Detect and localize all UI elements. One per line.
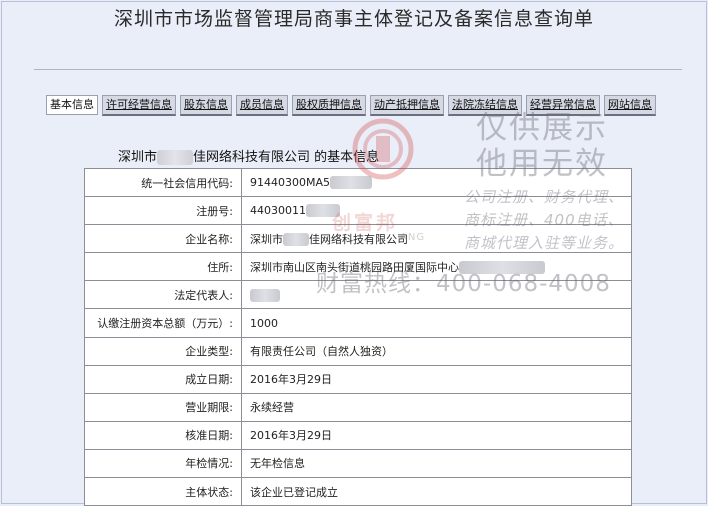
legal-rep-label: 法定代表人: <box>84 280 242 310</box>
tab-website-info[interactable]: 网站信息 <box>604 95 656 116</box>
tab-member-info[interactable]: 成员信息 <box>236 95 288 116</box>
annual-inspection-label: 年检情况: <box>84 448 242 479</box>
table-row: 企业类型: 有限责任公司（自然人独资） <box>84 336 632 366</box>
company-heading: 深圳市 佳网络科技有限公司 的基本信息 <box>118 146 379 165</box>
established-date-label: 成立日期: <box>84 364 242 394</box>
entity-status-label: 主体状态: <box>84 477 242 506</box>
watermark-brand-en: ANG <box>400 232 426 243</box>
entity-status-value: 该企业已登记成立 <box>241 477 632 506</box>
capital-label: 认缴注册资本总额（万元）: <box>84 308 242 338</box>
title-divider <box>34 69 682 70</box>
table-row: 核准日期: 2016年3月29日 <box>84 420 632 450</box>
established-date-value: 2016年3月29日 <box>241 364 632 394</box>
watermark-brand: 创富邦 <box>332 212 399 234</box>
table-row: 主体状态: 该企业已登记成立 <box>84 477 632 506</box>
company-heading-prefix: 深圳市 <box>118 150 158 165</box>
tab-chattel-mortgage-info[interactable]: 动产抵押信息 <box>370 95 444 116</box>
annual-inspection-value: 无年检信息 <box>241 448 632 479</box>
redaction-mask <box>250 288 280 302</box>
watermark-line1: 仅供展示 <box>476 110 608 146</box>
company-heading-suffix: 佳网络科技有限公司 <box>193 150 311 165</box>
watermark-services: 公司注册、财务代理、 商标注册、400电话、 商城代理入驻等业务。 <box>464 186 624 255</box>
approval-date-label: 核准日期: <box>84 420 242 450</box>
reg-no-text: 44030011 <box>250 203 306 217</box>
watermark-service-line: 商城代理入驻等业务。 <box>464 234 625 252</box>
page-title: 深圳市市场监督管理局商事主体登记及备案信息查询单 <box>113 8 594 30</box>
table-row: 年检情况: 无年检信息 <box>84 448 632 479</box>
redaction-mask <box>283 233 309 247</box>
credit-code-text: 91440300MA5 <box>250 175 331 189</box>
tab-equity-pledge-info[interactable]: 股权质押信息 <box>292 95 366 116</box>
credit-code-label: 统一社会信用代码: <box>84 167 242 198</box>
table-row: 认缴注册资本总额（万元）: 1000 <box>84 308 632 338</box>
tab-shareholder-info[interactable]: 股东信息 <box>180 95 232 116</box>
watermark-service-line: 商标注册、400电话、 <box>464 211 624 229</box>
approval-date-value: 2016年3月29日 <box>241 420 632 450</box>
address-label: 住所: <box>84 252 242 282</box>
company-type-label: 企业类型: <box>84 336 242 366</box>
capital-value: 1000 <box>241 308 632 338</box>
watermark-notice: 仅供展示 他用无效 <box>476 110 608 182</box>
reg-no-label: 注册号: <box>84 196 242 226</box>
watermark-line2: 他用无效 <box>476 146 608 182</box>
company-type-value: 有限责任公司（自然人独资） <box>241 336 632 366</box>
tab-basic-info[interactable]: 基本信息 <box>46 95 98 115</box>
watermark-logo-icon <box>352 118 414 180</box>
company-name-prefix: 深圳市 <box>250 232 283 246</box>
table-row: 成立日期: 2016年3月29日 <box>84 364 632 394</box>
redaction-mask <box>157 150 194 165</box>
business-term-value: 永续经营 <box>241 392 632 422</box>
company-name-label: 企业名称: <box>84 224 242 254</box>
watermark-service-line: 公司注册、财务代理、 <box>464 188 625 206</box>
table-row: 营业期限: 永续经营 <box>84 392 632 422</box>
business-term-label: 营业期限: <box>84 392 242 422</box>
tab-license-info[interactable]: 许可经营信息 <box>102 95 176 116</box>
watermark-hotline: 财富热线：400-068-4008 <box>316 271 611 297</box>
